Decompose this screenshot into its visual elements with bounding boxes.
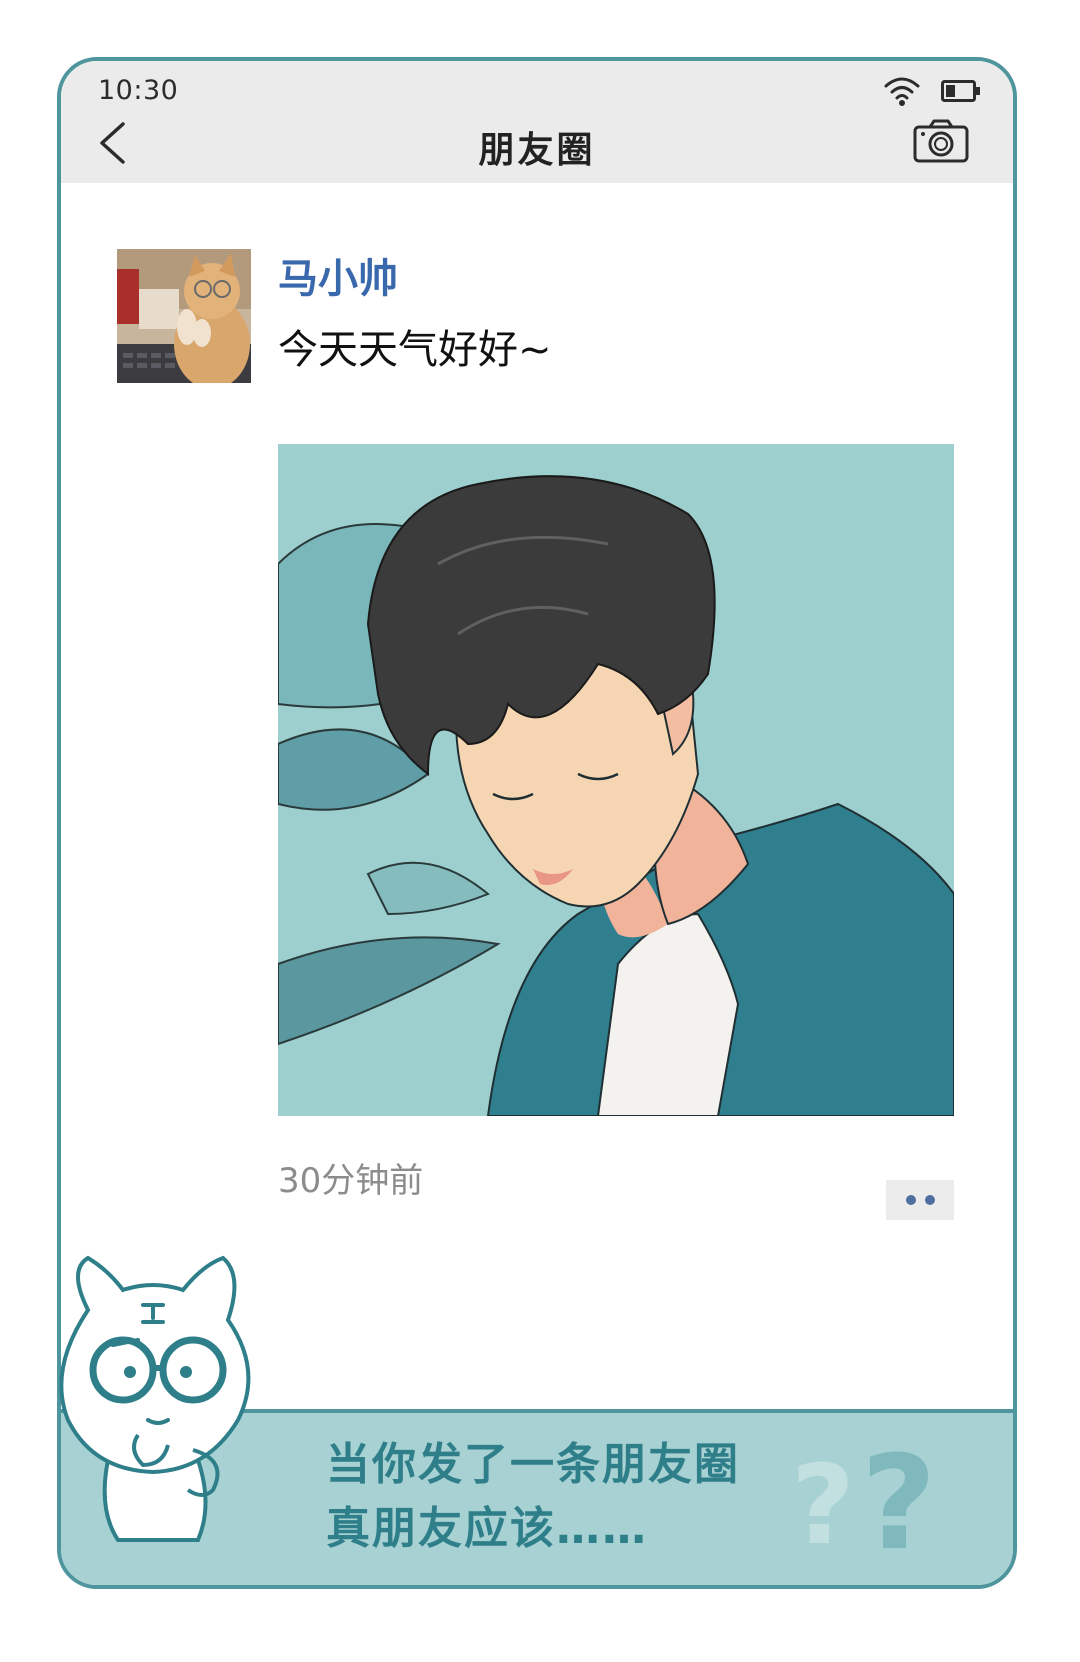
- camera-icon[interactable]: [913, 119, 969, 163]
- dot: [905, 1195, 916, 1205]
- post-timestamp: 30分钟前: [278, 1161, 424, 1201]
- page-title: 朋友圈: [478, 130, 596, 171]
- banner-line-2: 真朋友应该……: [326, 1503, 648, 1554]
- avatar[interactable]: [117, 249, 251, 383]
- username-link[interactable]: 马小帅: [278, 246, 398, 304]
- svg-text:?: ?: [791, 1441, 855, 1569]
- dot: [924, 1195, 935, 1205]
- status-time: 10:30: [98, 75, 179, 106]
- more-dots-icon[interactable]: [886, 1180, 954, 1220]
- banner-line-1: 当你发了一条朋友圈: [326, 1439, 740, 1490]
- svg-text:?: ?: [861, 1427, 936, 1579]
- top-bar: 10:30 朋友圈: [61, 61, 1013, 183]
- wifi-icon: [884, 77, 920, 106]
- question-marks-icon: ? ?: [791, 1427, 936, 1579]
- banner-text: 当你发了一条朋友圈 真朋友应该……: [326, 1433, 740, 1561]
- battery-icon: [941, 80, 980, 102]
- cat-mascot-icon: [59, 1255, 251, 1542]
- post-text: 今天天气好好~: [278, 327, 552, 373]
- post-image[interactable]: [278, 444, 954, 1116]
